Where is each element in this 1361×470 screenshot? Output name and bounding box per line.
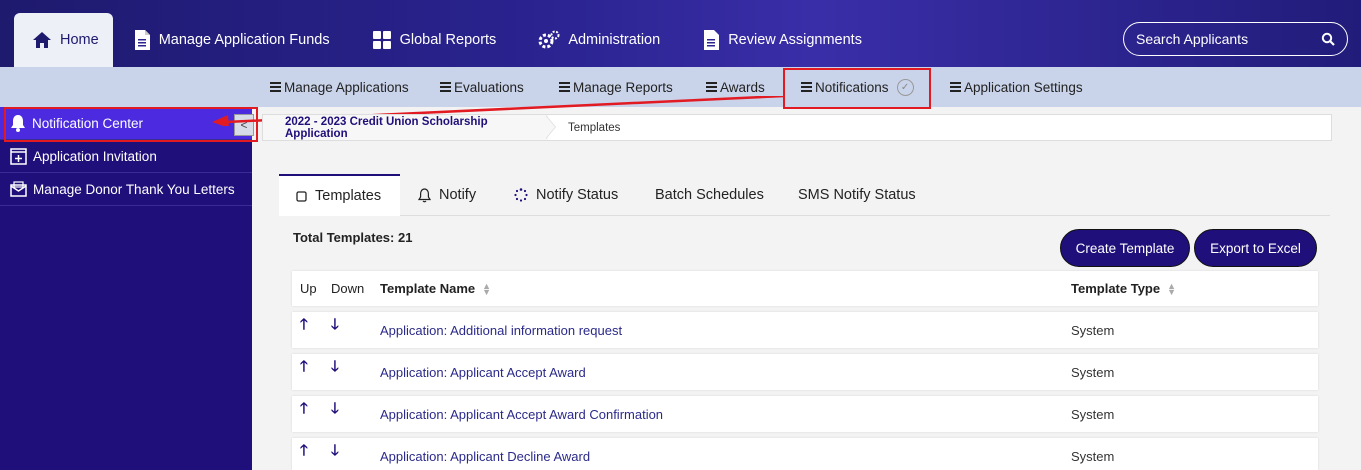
tab-label: Batch Schedules [655,187,764,203]
template-name-link[interactable]: Application: Additional information requ… [380,312,622,348]
header-up: Up [300,281,317,296]
move-up-icon[interactable]: 🡑 [300,308,308,344]
move-up-icon[interactable]: 🡑 [300,436,308,468]
nav-global-reports[interactable]: Global Reports [352,13,519,67]
sidebar-item-application-invitation[interactable]: Application Invitation [0,140,252,173]
sidebar-item-label: Manage Donor Thank You Letters [33,181,235,197]
header-label: Template Type [1071,281,1161,296]
create-template-button[interactable]: Create Template [1060,229,1190,267]
tab-bar: Templates Notify Notify Status Batch Sch… [279,174,1330,216]
subnav-label: Application Settings [964,79,1083,95]
move-down-icon[interactable]: 🡓 [331,308,339,344]
sidebar-item-donor-letters[interactable]: Manage Donor Thank You Letters [0,173,252,206]
tab-label: Notify [439,187,477,203]
highlight-box-notifications [783,68,931,109]
nav-administration[interactable]: Administration [518,13,682,67]
nav-admin-label: Administration [568,32,661,48]
breadcrumb: 2022 - 2023 Credit Union Scholarship App… [262,114,1332,141]
tab-label: SMS Notify Status [798,187,916,203]
spinner-icon [514,188,528,202]
nav-home[interactable]: Home [14,13,113,67]
header-template-type[interactable]: Template Type ▲ ▼ [1071,271,1176,306]
template-type: System [1071,322,1115,338]
subnav-label: Manage Reports [573,79,673,95]
sidebar: Notification Center Application Invitati… [0,107,252,470]
sidebar-item-label: Application Invitation [33,148,157,164]
tab-label: Notify Status [536,187,619,203]
template-type: System [1071,448,1115,464]
nav-funds-label: Manage Application Funds [158,32,330,48]
tab-batch-schedules[interactable]: Batch Schedules [655,174,764,216]
breadcrumb-current: Templates [568,121,621,134]
header-down: Down [331,281,365,296]
breadcrumb-separator-fill [545,115,555,139]
template-name-link[interactable]: Application: Applicant Accept Award Conf… [380,396,663,432]
grid-icon [372,31,391,49]
tab-notify-status[interactable]: Notify Status [514,174,618,216]
menu-icon [559,80,570,94]
tab-label: Templates [315,188,382,204]
nav-manage-funds[interactable]: Manage Application Funds [113,13,352,67]
move-down-icon[interactable]: 🡓 [331,436,339,468]
nav-review-assignments[interactable]: Review Assignments [682,13,884,67]
envelope-icon [10,180,27,197]
move-up-icon[interactable]: 🡑 [300,392,308,428]
subnav-label: Manage Applications [284,79,409,95]
template-type: System [1071,406,1115,422]
search-label: Search Applicants [1136,31,1249,47]
menu-icon [270,80,281,94]
move-down-icon[interactable]: 🡓 [331,392,339,428]
sort-icon: ▲ ▼ [482,280,492,297]
home-icon [33,32,51,48]
subnav-label: Evaluations [454,79,524,95]
template-type: System [1071,364,1115,380]
total-templates: Total Templates: 21 [293,230,413,245]
move-up-icon[interactable]: 🡑 [300,350,308,386]
tab-notify[interactable]: Notify [418,174,476,216]
table-row: 🡑 🡓 Application: Applicant Accept Award … [292,354,1318,390]
move-down-icon[interactable]: 🡓 [331,350,339,386]
document-icon [134,30,150,50]
export-excel-button[interactable]: Export to Excel [1194,229,1317,267]
breadcrumb-application[interactable]: 2022 - 2023 Credit Union Scholarship App… [263,115,548,140]
table-row: 🡑 🡓 Application: Applicant Accept Award … [292,396,1318,432]
top-nav: Home Manage Application Funds Global Rep… [14,13,884,67]
tab-sms-notify-status[interactable]: SMS Notify Status [798,174,916,216]
nav-home-label: Home [60,32,99,48]
bell-outline-icon [418,187,431,202]
tab-templates[interactable]: Templates [279,174,400,216]
gears-icon [538,30,560,49]
search-icon[interactable] [1321,32,1335,46]
document-icon [704,30,720,50]
template-name-link[interactable]: Application: Applicant Accept Award [380,354,586,390]
table-header: Up Down Template Name ▲ ▼ Template Type ▲… [292,271,1318,306]
table-row: 🡑 🡓 Application: Additional information … [292,312,1318,348]
menu-icon [440,80,451,94]
subnav-label: Awards [720,79,765,95]
menu-icon [706,80,717,94]
header-template-name[interactable]: Template Name ▲ ▼ [380,271,491,306]
nav-review-label: Review Assignments [728,32,862,48]
nav-reports-label: Global Reports [399,32,497,48]
template-name-link[interactable]: Application: Applicant Decline Award [380,440,590,470]
header-label: Template Name [380,281,476,296]
square-icon [296,190,307,202]
add-box-icon [10,147,27,165]
subnav-application-settings[interactable]: Application Settings [950,67,1083,107]
sort-icon: ▲ ▼ [1167,280,1177,297]
table-row: 🡑 🡓 Application: Applicant Decline Award… [292,438,1318,470]
search-applicants-input[interactable]: Search Applicants [1123,22,1348,56]
menu-icon [950,80,961,94]
top-bar: Home Manage Application Funds Global Rep… [0,0,1361,67]
